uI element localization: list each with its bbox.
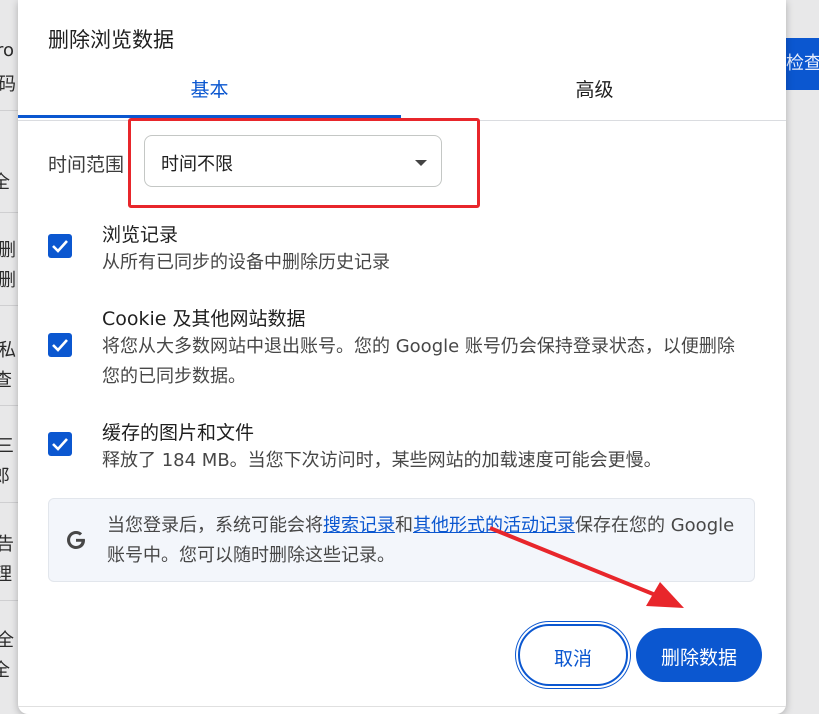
- bg-check-button: 检查: [786, 38, 819, 90]
- cancel-button-label: 取消: [553, 648, 592, 670]
- info-text-part: 和: [395, 515, 413, 536]
- bg-fragment: ro: [0, 40, 15, 61]
- bg-divider: [0, 305, 18, 306]
- time-range-value: 时间不限: [161, 154, 233, 175]
- bg-fragment: 告: [0, 534, 14, 555]
- dialog-title: 删除浏览数据: [48, 28, 174, 52]
- option-title: Cookie 及其他网站数据: [102, 308, 306, 330]
- checkmark-icon: [52, 438, 68, 451]
- cookies-checkbox[interactable]: [48, 333, 72, 357]
- checkmark-icon: [52, 240, 68, 253]
- bg-fragment: 私: [0, 340, 16, 361]
- bg-divider: [0, 212, 18, 213]
- bg-divider: [0, 110, 18, 111]
- clear-browsing-data-dialog: 删除浏览数据 基本 高级 时间范围 时间不限 浏览记录 从所有已同步的设备中删除…: [18, 0, 786, 714]
- cache-checkbox[interactable]: [48, 432, 72, 456]
- bg-fragment: 全: [0, 172, 10, 193]
- search-history-link[interactable]: 搜索记录: [323, 515, 395, 536]
- tab-selected-indicator: [18, 115, 401, 118]
- time-range-select[interactable]: 时间不限: [144, 135, 442, 187]
- google-g-icon: [67, 531, 85, 549]
- info-text-part: 当您登录后，系统可能会将: [107, 515, 323, 536]
- bg-fragment: 全: [0, 660, 10, 681]
- caret-down-icon: [415, 160, 427, 166]
- bg-fragment: 码: [0, 74, 16, 95]
- bg-fragment: 三: [0, 436, 14, 457]
- tab-basic[interactable]: 基本: [18, 72, 401, 118]
- time-range-label: 时间范围: [48, 154, 125, 176]
- bg-fragment: 郎: [0, 466, 10, 487]
- option-description: 将您从大多数网站中退出账号。您的 Google 账号仍会保持登录状态，以便删除您…: [102, 336, 735, 387]
- dialog-bottom-divider: [18, 706, 786, 707]
- delete-data-button[interactable]: 删除数据: [636, 628, 762, 682]
- bg-fragment: 删: [0, 270, 16, 291]
- bg-fragment: 全: [0, 630, 14, 651]
- info-text: 当您登录后，系统可能会将搜索记录和其他形式的活动记录保存在您的 Google 账…: [107, 511, 747, 571]
- other-activity-link[interactable]: 其他形式的活动记录: [413, 515, 575, 536]
- browsing-history-checkbox[interactable]: [48, 234, 72, 258]
- option-title: 浏览记录: [102, 224, 179, 246]
- bg-divider: [0, 600, 18, 601]
- tab-bar: 基本 高级: [18, 72, 786, 121]
- tab-advanced[interactable]: 高级: [403, 72, 786, 118]
- option-description: 从所有已同步的设备中删除历史记录: [102, 252, 390, 273]
- bg-divider: [0, 405, 18, 406]
- bg-fragment: 查: [0, 370, 12, 391]
- option-title: 缓存的图片和文件: [102, 422, 255, 444]
- option-description: 释放了 184 MB。当您下次访问时，某些网站的加载速度可能会更慢。: [102, 450, 662, 471]
- cancel-button[interactable]: 取消: [518, 624, 628, 686]
- google-account-info-box: 当您登录后，系统可能会将搜索记录和其他形式的活动记录保存在您的 Google 账…: [48, 498, 755, 582]
- bg-divider: [0, 502, 18, 503]
- delete-data-button-label: 删除数据: [660, 647, 737, 669]
- checkmark-icon: [52, 339, 68, 352]
- bg-fragment: 理: [0, 564, 12, 585]
- bg-fragment: 删: [0, 240, 16, 261]
